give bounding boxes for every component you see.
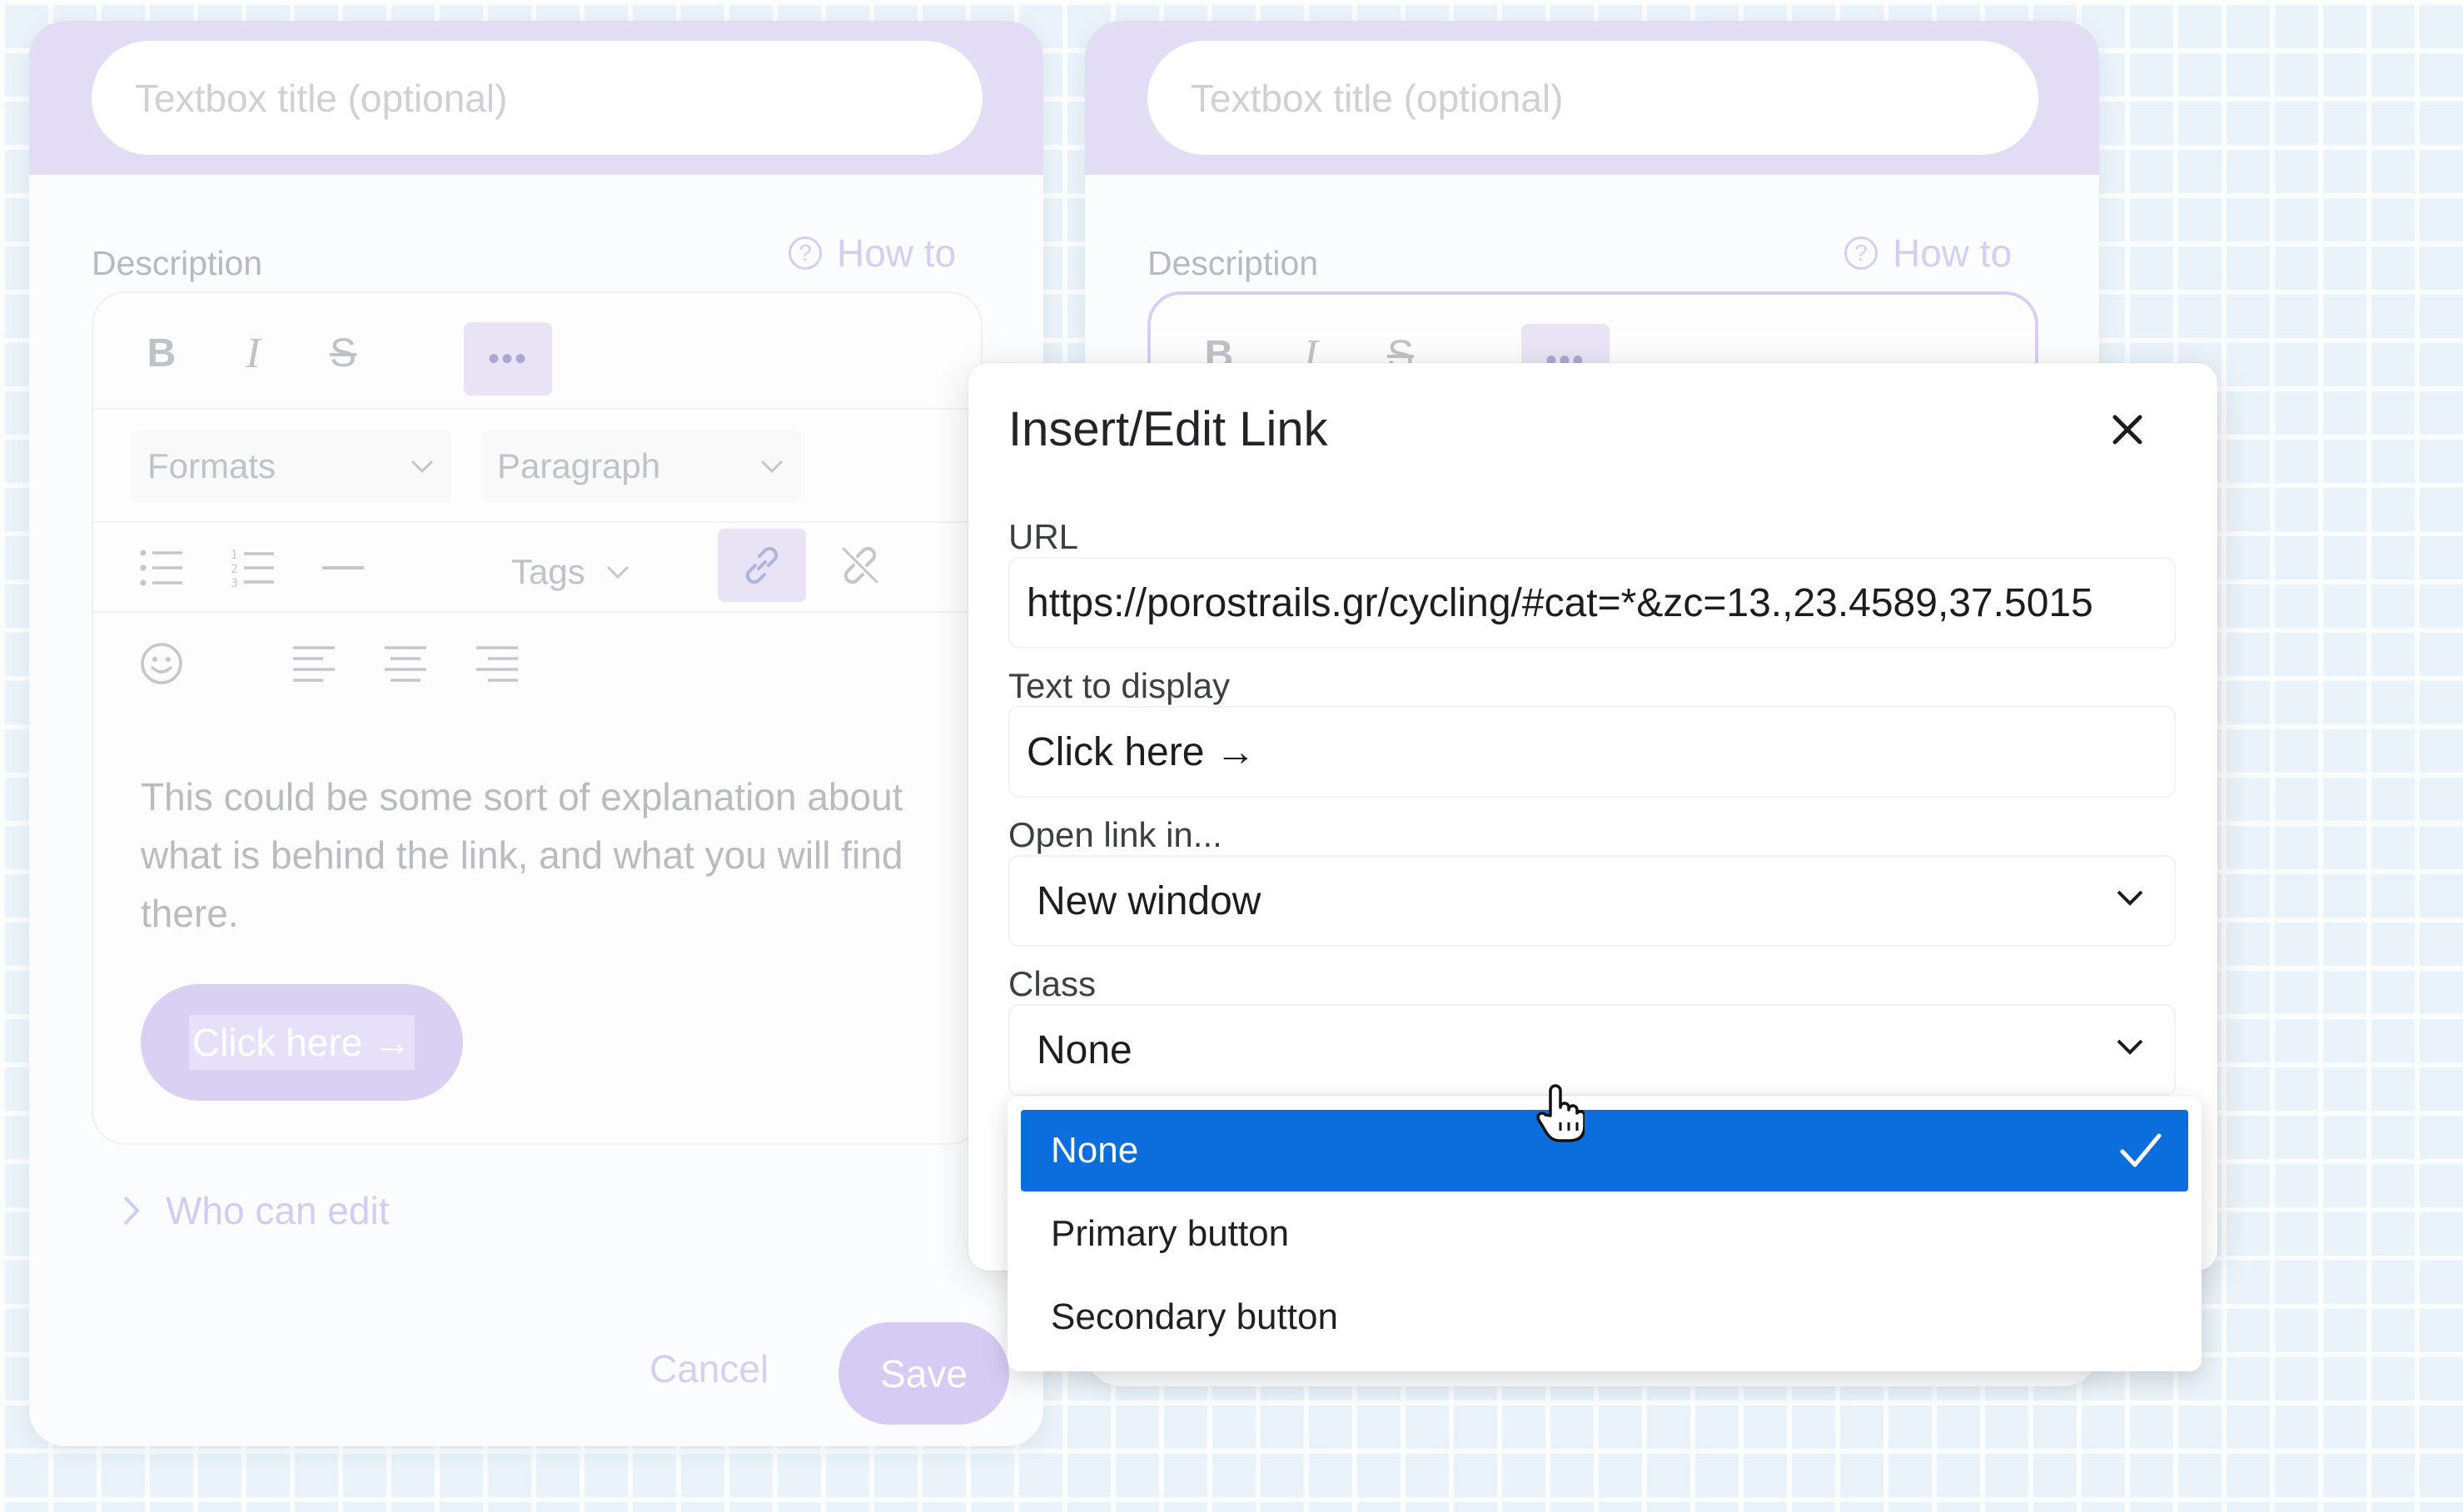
who-can-edit-toggle[interactable]: Who can edit <box>122 1188 389 1233</box>
dropdown-option-secondary-button[interactable]: Secondary button <box>1021 1276 2188 1358</box>
strikethrough-icon: S <box>329 331 356 376</box>
description-label: Description <box>92 244 263 282</box>
paragraph-select[interactable]: Paragraph <box>480 430 801 502</box>
toolbar-divider <box>93 408 981 410</box>
horizontal-line-icon <box>322 566 364 569</box>
align-right-icon <box>476 646 518 682</box>
open-link-in-value: New window <box>1037 878 1261 923</box>
bold-icon: B <box>147 331 177 376</box>
insert-link-button[interactable] <box>718 529 806 602</box>
text-to-display-input[interactable] <box>1010 708 2174 796</box>
align-center-icon <box>385 646 426 682</box>
open-link-in-label: Open link in... <box>1008 815 1222 854</box>
dropdown-option-none[interactable]: None <box>1021 1110 2188 1191</box>
class-value: None <box>1037 1027 1132 1072</box>
card-header <box>29 21 1043 175</box>
svg-text:1: 1 <box>231 549 238 562</box>
help-icon: ? <box>1844 236 1878 270</box>
chevron-right-icon <box>123 1196 140 1226</box>
card-header <box>1085 21 2099 175</box>
chevron-down-icon <box>2117 1039 2143 1055</box>
checkmark-icon <box>2120 1133 2162 1167</box>
text-to-display-field[interactable] <box>1008 706 2176 798</box>
editor-body-text[interactable]: This could be some sort of explanation a… <box>141 768 915 943</box>
svg-text:2: 2 <box>231 563 238 576</box>
option-label: None <box>1051 1130 1139 1171</box>
text-to-display-label: Text to display <box>1008 666 1231 705</box>
unlink-button[interactable] <box>816 529 904 602</box>
hand-cursor-icon <box>1536 1082 1586 1148</box>
url-input[interactable] <box>1010 559 2174 647</box>
italic-button[interactable]: I <box>222 322 284 384</box>
how-to-link[interactable]: ? How to <box>1844 231 2012 276</box>
left-textbox-card: Description ? How to B I S ••• Formats P… <box>29 21 1043 1446</box>
open-link-in-select[interactable]: New window <box>1008 855 2176 947</box>
chevron-down-icon <box>410 460 434 474</box>
dialog-title: Insert/Edit Link <box>1008 402 1328 456</box>
how-to-label: How to <box>1893 231 2013 275</box>
formats-label: Formats <box>147 446 276 485</box>
option-label: Primary button <box>1051 1213 1290 1254</box>
class-dropdown-list: None Primary button Secondary button <box>1008 1097 2202 1371</box>
align-left-icon <box>293 646 335 682</box>
how-to-label: How to <box>837 231 957 275</box>
unlink-icon <box>842 546 878 584</box>
bold-button[interactable]: B <box>131 322 192 384</box>
more-options-button[interactable]: ••• <box>464 322 552 395</box>
help-icon: ? <box>789 236 822 270</box>
textbox-title-input[interactable] <box>1147 41 2038 155</box>
url-label: URL <box>1008 517 1079 556</box>
link-button-label: Click here → <box>188 1015 415 1070</box>
chevron-down-icon <box>2117 890 2143 906</box>
close-button[interactable] <box>2102 405 2152 455</box>
strikethrough-button[interactable]: S <box>312 322 374 384</box>
emoji-icon <box>141 643 182 684</box>
option-label: Secondary button <box>1051 1296 1338 1337</box>
tags-label: Tags <box>511 552 585 591</box>
svg-text:3: 3 <box>231 577 238 589</box>
toolbar-divider <box>93 611 981 613</box>
align-right-button[interactable] <box>466 630 528 697</box>
rich-text-editor: B I S ••• Formats Paragraph 1 2 3 Tags T… <box>92 291 983 1145</box>
who-can-edit-label: Who can edit <box>166 1189 390 1232</box>
close-icon <box>2112 415 2142 445</box>
emoji-button[interactable] <box>131 630 192 697</box>
tags-select[interactable]: Tags <box>511 539 630 605</box>
chevron-down-icon <box>606 565 629 579</box>
more-icon: ••• <box>487 340 528 377</box>
formats-select[interactable]: Formats <box>131 430 451 502</box>
paragraph-label: Paragraph <box>497 446 661 485</box>
bullet-list-icon <box>140 550 182 586</box>
toolbar-divider <box>93 521 981 523</box>
bullet-list-button[interactable] <box>131 535 192 601</box>
link-icon <box>745 546 779 584</box>
dropdown-option-primary-button[interactable]: Primary button <box>1021 1193 2188 1275</box>
click-here-link-button[interactable]: Click here → <box>141 984 463 1101</box>
align-left-button[interactable] <box>283 630 345 697</box>
save-button[interactable]: Save <box>838 1322 1009 1425</box>
horizontal-rule-button[interactable] <box>312 535 374 601</box>
align-center-button[interactable] <box>375 630 436 697</box>
textbox-title-input[interactable] <box>92 41 983 155</box>
class-label: Class <box>1008 964 1097 1003</box>
numbered-list-button[interactable]: 1 2 3 <box>222 535 284 601</box>
chevron-down-icon <box>760 460 784 474</box>
numbered-list-icon: 1 2 3 <box>231 549 274 589</box>
description-label: Description <box>1147 244 1319 282</box>
italic-icon: I <box>246 329 261 377</box>
how-to-link[interactable]: ? How to <box>789 231 956 276</box>
cancel-button[interactable]: Cancel <box>649 1346 769 1391</box>
url-field[interactable] <box>1008 557 2176 649</box>
class-select[interactable]: None <box>1008 1004 2176 1096</box>
